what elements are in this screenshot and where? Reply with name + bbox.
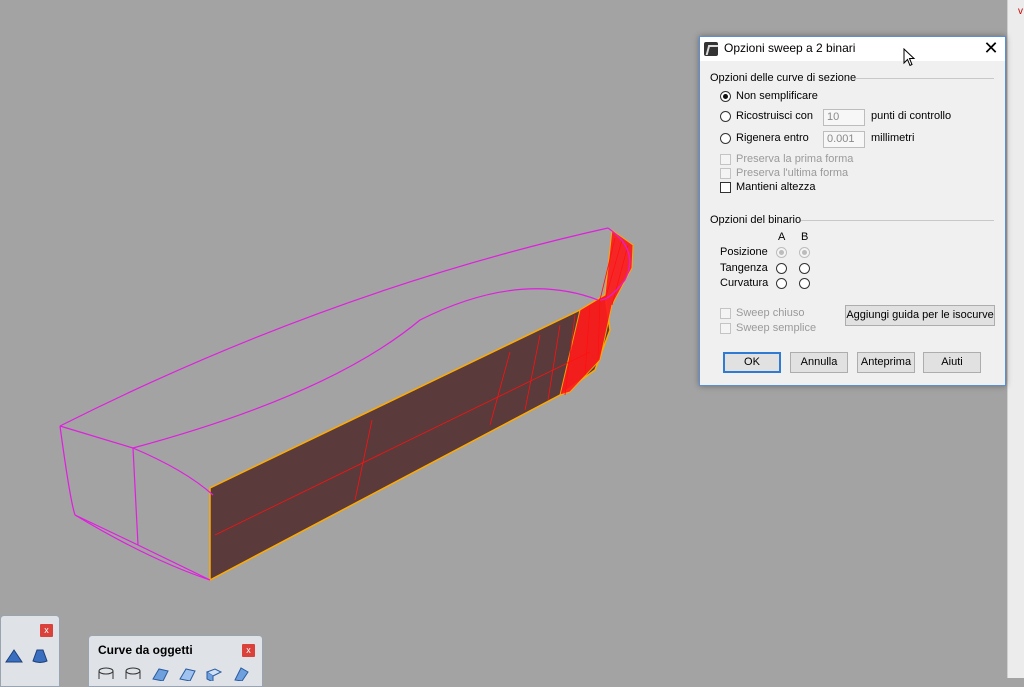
close-icon[interactable]: ✕ — [980, 38, 1002, 60]
label-rebuild: Ricostruisci con — [736, 110, 814, 122]
checkbox-keep-height[interactable] — [720, 182, 731, 193]
pyramid-icon[interactable] — [5, 649, 23, 663]
extract-isocurve-icon[interactable] — [151, 667, 169, 681]
rail-options-header: Opzioni del binario — [710, 214, 802, 226]
section-icon[interactable] — [232, 667, 250, 681]
extract-wireframe-icon[interactable] — [178, 667, 196, 681]
radio-curvature-a[interactable] — [776, 278, 787, 289]
dialog-title: Opzioni sweep a 2 binari — [724, 41, 856, 55]
label-keep-height: Mantieni altezza — [736, 181, 816, 193]
rhino-app-icon — [704, 42, 718, 56]
label-control-points: punti di controllo — [871, 110, 952, 122]
rebuild-points-input[interactable]: 10 — [823, 109, 865, 126]
checkbox-preserve-first[interactable] — [720, 154, 731, 165]
contour-icon[interactable] — [205, 667, 223, 681]
label-position: Posizione — [720, 246, 768, 258]
label-millimeters: millimetri — [871, 132, 915, 144]
cone-icon[interactable] — [31, 649, 49, 663]
curve-from-objects-title: Curve da oggetti — [98, 643, 193, 657]
refit-tolerance-input[interactable]: 0.001 — [823, 131, 865, 148]
checkbox-simple-sweep[interactable] — [720, 323, 731, 334]
section-curves-divider — [852, 78, 994, 79]
radio-position-b[interactable] — [799, 247, 810, 258]
column-a-header: A — [778, 231, 786, 243]
mouse-cursor-icon — [903, 48, 916, 67]
swept-surface — [209, 293, 611, 582]
radio-refit[interactable] — [720, 133, 731, 144]
column-b-header: B — [801, 231, 809, 243]
label-preserve-last: Preserva l'ultima forma — [736, 167, 849, 179]
curve-from-objects-toolbar: Curve da oggetti x — [88, 635, 263, 687]
ok-button[interactable]: OK — [723, 352, 781, 373]
label-curvature: Curvatura — [720, 277, 769, 289]
sweep-2-rails-dialog: Opzioni sweep a 2 binari ✕ Opzioni delle… — [699, 36, 1006, 386]
rail-options-divider — [801, 220, 994, 221]
label-tangency: Tangenza — [720, 262, 768, 274]
duplicate-edge-icon[interactable] — [97, 667, 115, 681]
radio-tangency-a[interactable] — [776, 263, 787, 274]
radio-curvature-b[interactable] — [799, 278, 810, 289]
add-isocurve-guide-button[interactable]: Aggiungi guida per le isocurve — [845, 305, 995, 326]
preview-button[interactable]: Anteprima — [857, 352, 915, 373]
curve-toolbar-close-icon[interactable]: x — [242, 644, 255, 657]
label-refit: Rigenera entro — [736, 132, 809, 144]
radio-tangency-b[interactable] — [799, 263, 810, 274]
label-simple-sweep: Sweep semplice — [736, 322, 817, 334]
checkbox-closed-sweep[interactable] — [720, 308, 731, 319]
right-panel-edge: v — [1007, 0, 1024, 678]
radio-position-a[interactable] — [776, 247, 787, 258]
dialog-titlebar[interactable]: Opzioni sweep a 2 binari ✕ — [700, 37, 1005, 61]
solids-toolbar-close-icon[interactable]: x — [40, 624, 53, 637]
solids-toolbar: x — [0, 615, 60, 687]
duplicate-border-icon[interactable] — [124, 667, 142, 681]
panel-marker: v — [1018, 6, 1023, 17]
checkbox-preserve-last[interactable] — [720, 168, 731, 179]
section-curves-header: Opzioni delle curve di sezione — [710, 72, 857, 84]
label-no-simplify: Non semplificare — [736, 90, 818, 102]
cancel-button[interactable]: Annulla — [790, 352, 848, 373]
bow-surface — [559, 229, 634, 396]
label-preserve-first: Preserva la prima forma — [736, 153, 854, 165]
radio-rebuild[interactable] — [720, 111, 731, 122]
help-button[interactable]: Aiuti — [923, 352, 981, 373]
label-closed-sweep: Sweep chiuso — [736, 307, 805, 319]
radio-no-simplify[interactable] — [720, 91, 731, 102]
